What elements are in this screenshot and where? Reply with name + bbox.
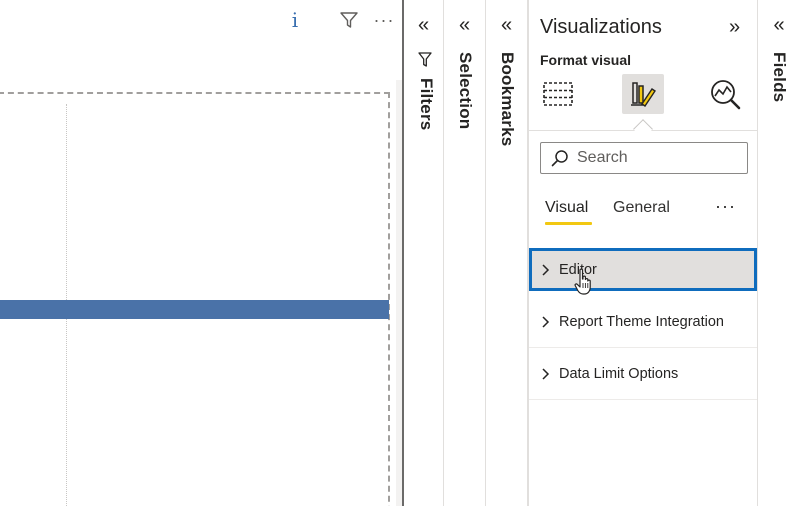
chevron-right-icon	[542, 367, 550, 380]
fields-pane[interactable]: « Fields	[757, 0, 800, 506]
format-visual-icon[interactable]	[622, 74, 664, 114]
filters-label[interactable]: Filters	[416, 78, 436, 130]
fields-collapse-icon[interactable]: «	[758, 14, 800, 36]
bookmarks-collapse-icon[interactable]: «	[486, 14, 527, 36]
search-box[interactable]	[540, 142, 748, 174]
tab-visual-underline	[545, 222, 592, 225]
build-visual-icon[interactable]	[537, 74, 579, 114]
canvas-area	[0, 42, 404, 80]
search-icon	[551, 150, 568, 167]
chevron-right-icon	[542, 263, 550, 276]
fields-label[interactable]: Fields	[769, 52, 789, 102]
chevron-right-icon	[542, 315, 550, 328]
filters-collapse-icon[interactable]: «	[404, 14, 443, 36]
visualizations-title: Visualizations	[540, 16, 662, 38]
tab-general[interactable]: General	[613, 199, 670, 217]
report-canvas: i ···	[0, 0, 404, 506]
search-input[interactable]	[577, 149, 737, 167]
tab-visual[interactable]: Visual	[545, 199, 588, 217]
selection-collapse-icon[interactable]: «	[444, 14, 485, 36]
bookmarks-pane[interactable]: « Bookmarks	[486, 0, 528, 506]
card-report-theme-integration-label: Report Theme Integration	[559, 313, 724, 330]
filter-icon[interactable]	[338, 8, 360, 32]
analytics-icon[interactable]	[704, 74, 746, 114]
bookmarks-label[interactable]: Bookmarks	[497, 52, 517, 146]
card-data-limit-options[interactable]: Data Limit Options	[529, 348, 757, 400]
expand-pane-icon[interactable]: »	[729, 16, 740, 38]
selection-label[interactable]: Selection	[455, 52, 475, 129]
filters-pane[interactable]: « Filters	[404, 0, 444, 506]
more-options-icon[interactable]: ···	[372, 8, 396, 32]
info-icon[interactable]: i	[288, 8, 302, 32]
selection-pane[interactable]: « Selection	[444, 0, 486, 506]
card-editor-label: Editor	[559, 261, 597, 278]
format-visual-label: Format visual	[540, 52, 632, 68]
card-editor[interactable]: Editor	[529, 248, 757, 291]
card-data-limit-options-label: Data Limit Options	[559, 365, 679, 382]
chart-bar[interactable]	[0, 300, 389, 319]
card-report-theme-integration[interactable]: Report Theme Integration	[529, 296, 757, 348]
active-tab-indicator	[633, 119, 653, 139]
tabs-more-options-icon[interactable]: ···	[715, 196, 736, 217]
funnel-icon	[418, 52, 432, 67]
visual-selection-border	[0, 92, 390, 506]
visual-header: i ···	[0, 0, 404, 42]
visualizations-pane: Visualizations » Format visual V	[528, 0, 758, 506]
